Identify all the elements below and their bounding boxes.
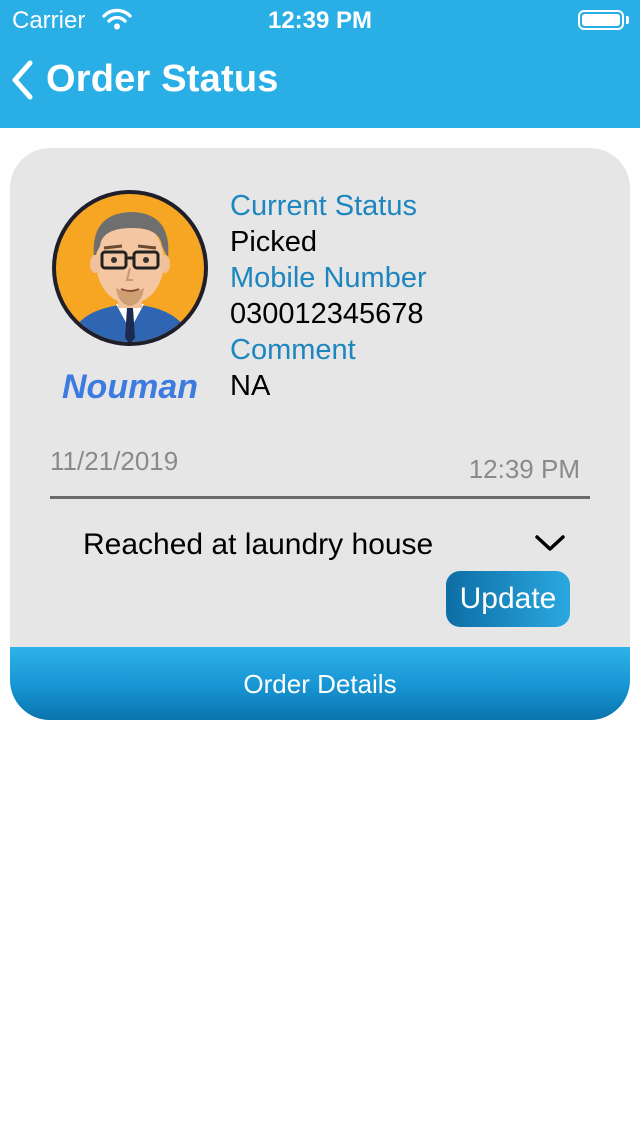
chevron-left-icon xyxy=(12,60,33,100)
order-date: 11/21/2019 xyxy=(50,446,179,476)
current-status-value: Picked xyxy=(230,226,318,258)
comment-label: Comment xyxy=(230,334,356,366)
battery-icon xyxy=(578,10,624,30)
status-dropdown[interactable]: Reached at laundry house xyxy=(50,518,590,572)
current-status-label: Current Status xyxy=(230,190,417,222)
divider xyxy=(50,496,590,499)
order-time: 12:39 PM xyxy=(468,454,580,484)
user-name: Nouman xyxy=(62,368,198,406)
page-title: Order Status xyxy=(46,58,279,100)
status-time: 12:39 PM xyxy=(267,7,373,34)
mobile-number-label: Mobile Number xyxy=(230,262,427,294)
mobile-number-value: 030012345678 xyxy=(230,298,424,330)
status-bar: Carrier 12:39 PM xyxy=(0,0,640,40)
chevron-down-icon xyxy=(535,535,565,551)
back-button[interactable]: Order Status xyxy=(10,55,300,105)
update-button[interactable]: Update xyxy=(446,571,570,627)
order-details-button[interactable]: Order Details xyxy=(10,647,630,720)
status-dropdown-value: Reached at laundry house xyxy=(83,528,434,561)
avatar xyxy=(52,190,208,346)
navigation-bar: Carrier 12:39 PM Order Status xyxy=(0,0,640,128)
comment-value: NA xyxy=(230,370,271,402)
order-card: Nouman Current Status Picked Mobile Numb… xyxy=(10,148,630,720)
battery-cap xyxy=(626,16,629,24)
